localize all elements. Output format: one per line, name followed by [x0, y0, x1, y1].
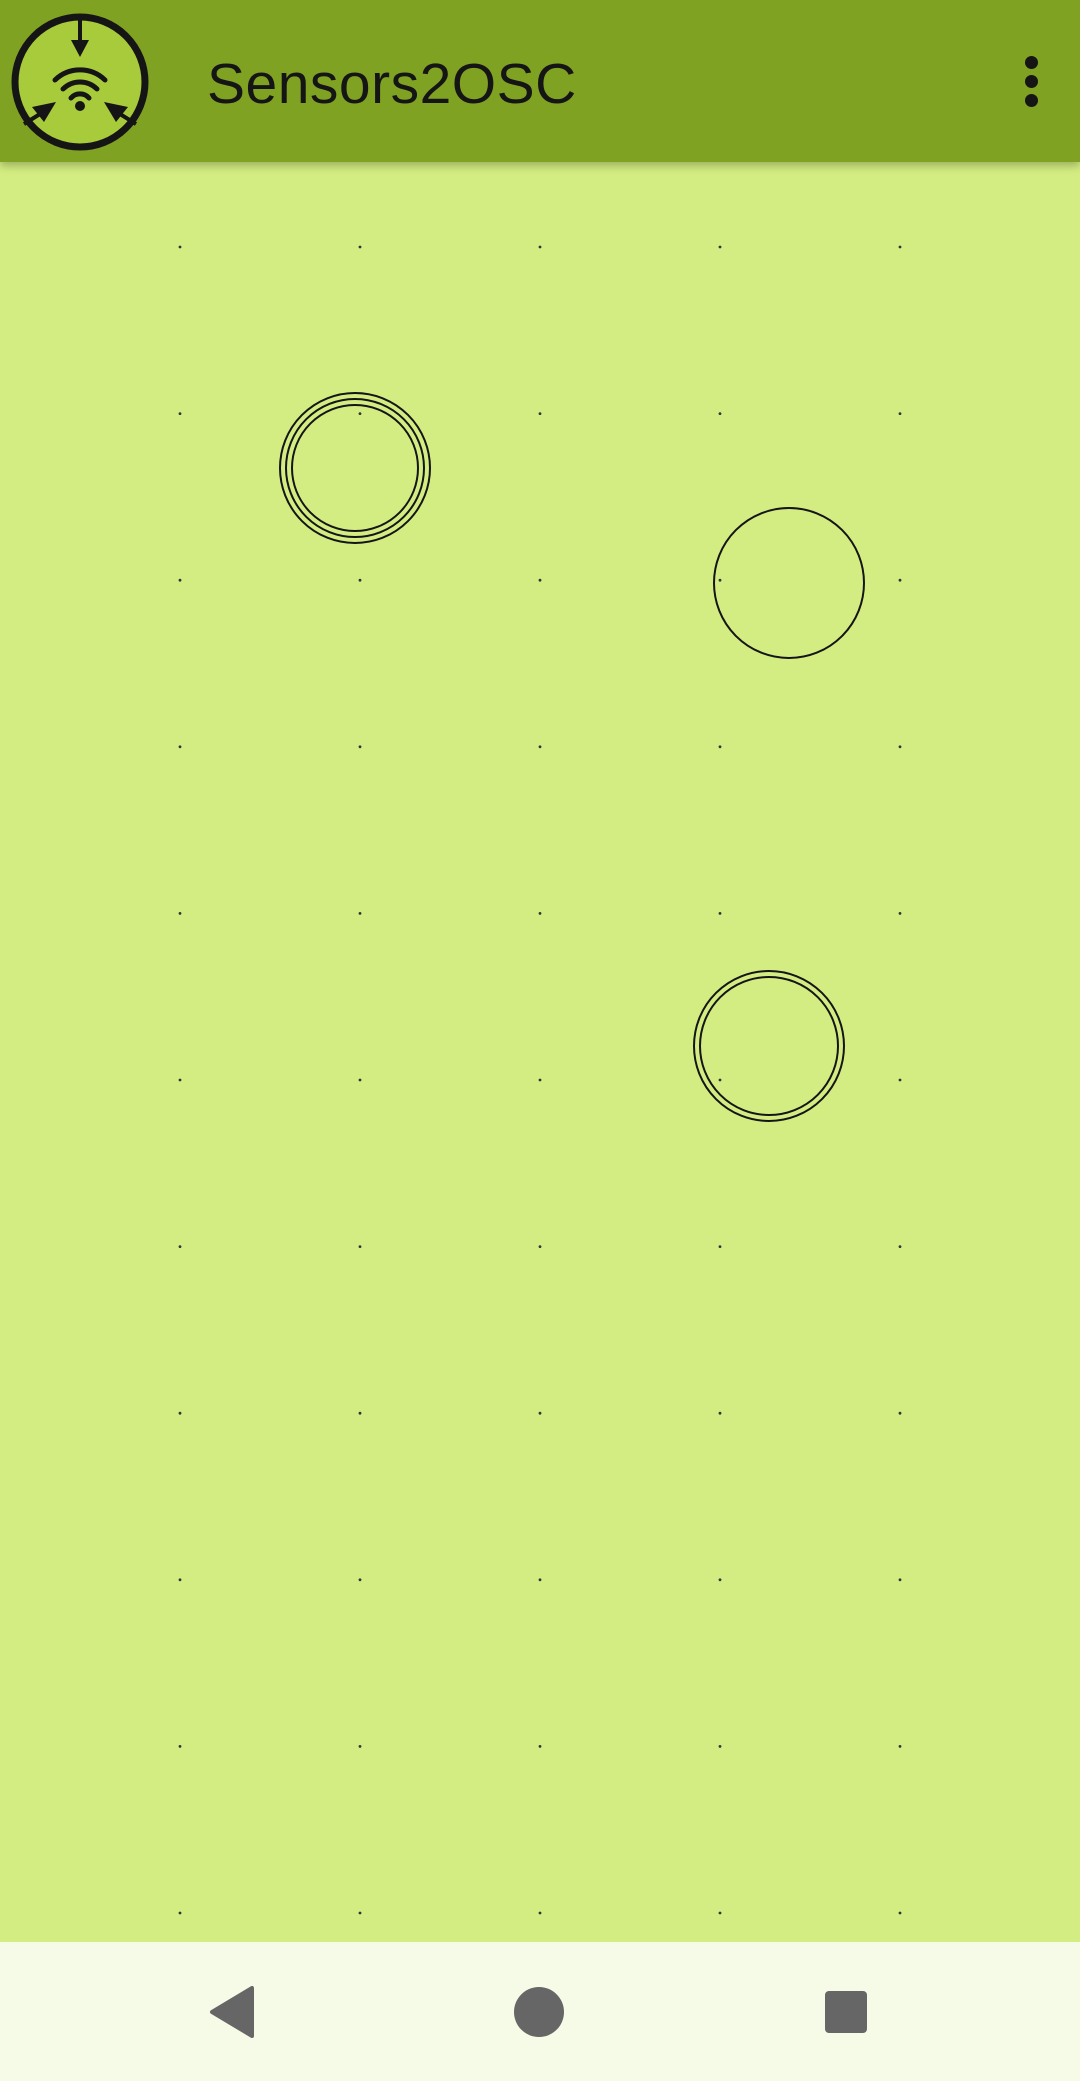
home-circle-icon[interactable] — [503, 1976, 575, 2048]
grid-dot — [538, 1245, 542, 1248]
grid-dot — [898, 1078, 902, 1082]
grid-dot — [178, 1411, 182, 1415]
grid-dot — [358, 412, 362, 415]
grid-dot — [538, 245, 542, 249]
app-title: Sensors2OSC — [207, 52, 577, 116]
grid-dot — [178, 245, 182, 249]
grid-dot — [898, 1245, 902, 1248]
grid-dot — [178, 578, 182, 582]
grid-dot — [898, 1911, 902, 1915]
grid-dot — [718, 578, 722, 582]
grid-dot — [538, 1078, 542, 1082]
grid-dot — [178, 1078, 182, 1082]
grid-dot — [538, 578, 542, 582]
grid-dot — [538, 412, 542, 415]
grid-dot — [358, 1578, 362, 1582]
grid-dot — [898, 1578, 902, 1582]
grid-dot — [718, 1078, 722, 1082]
grid-dot — [358, 745, 362, 749]
grid-dot — [178, 912, 182, 915]
grid-dot — [718, 912, 722, 915]
grid-dot — [898, 745, 902, 749]
grid-dot — [718, 412, 722, 415]
grid-dot — [358, 1745, 362, 1748]
grid-dot — [178, 745, 182, 749]
grid-dot — [358, 912, 362, 915]
grid-dot — [178, 1745, 182, 1748]
grid-dot — [718, 1911, 722, 1915]
grid-dot — [538, 1411, 542, 1415]
grid-dots — [178, 245, 902, 1915]
grid-dot — [898, 1411, 902, 1415]
grid-dot — [358, 1245, 362, 1248]
grid-dot — [718, 1745, 722, 1748]
more-vert-icon[interactable] — [1000, 41, 1064, 121]
touch-area-svg — [178, 245, 902, 1915]
grid-dot — [358, 578, 362, 582]
grid-dot — [358, 1078, 362, 1082]
navigation-bar — [0, 1942, 1080, 2081]
grid-dot — [538, 912, 542, 915]
app-bar: Sensors2OSC — [0, 0, 1080, 162]
grid-dot — [718, 245, 722, 249]
grid-dot — [178, 1911, 182, 1915]
sensors2osc-logo-icon — [10, 12, 150, 152]
grid-dot — [898, 412, 902, 415]
grid-dot — [538, 1911, 542, 1915]
grid-dot — [358, 245, 362, 249]
grid-dot — [898, 912, 902, 915]
grid-dot — [898, 245, 902, 249]
grid-dot — [718, 745, 722, 749]
grid-dot — [718, 1245, 722, 1248]
touch-point-1 — [279, 392, 431, 544]
touch-point-2 — [713, 507, 865, 659]
grid-dot — [538, 1578, 542, 1582]
grid-dot — [718, 1578, 722, 1582]
grid-dot — [898, 578, 902, 582]
touch-point-3 — [693, 970, 845, 1122]
grid-dot — [178, 1578, 182, 1582]
multitouch-canvas[interactable] — [0, 162, 1080, 1942]
grid-dot — [538, 1745, 542, 1748]
back-triangle-icon[interactable] — [196, 1976, 268, 2048]
grid-dot — [178, 1245, 182, 1248]
grid-dot — [358, 1411, 362, 1415]
grid-dot — [718, 1411, 722, 1415]
recents-square-icon[interactable] — [810, 1976, 882, 2048]
grid-dot — [538, 745, 542, 749]
grid-dot — [178, 412, 182, 415]
grid-dot — [898, 1745, 902, 1748]
grid-dot — [358, 1911, 362, 1915]
